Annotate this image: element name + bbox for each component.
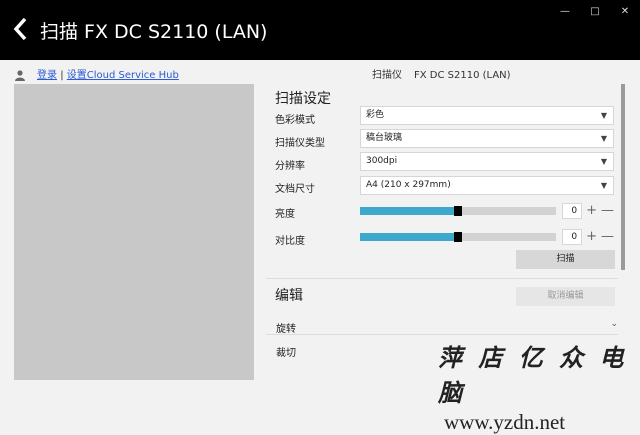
contrast-stepper[interactable]: 0 + — [562,229,614,245]
scanner-value: FX DC S2110 (LAN) [414,70,511,81]
contrast-fill [360,233,458,241]
scan-settings-title: 扫描设定 [275,91,331,107]
color-mode-select[interactable]: 彩色 ▼ [360,106,614,125]
brightness-stepper[interactable]: 0 + — [562,203,614,219]
minus-icon[interactable]: — [601,229,614,245]
back-arrow-icon[interactable] [10,16,32,42]
link-separator: | [60,70,64,81]
scanner-type-select[interactable]: 稿台玻璃 ▼ [360,129,614,148]
scan-preview-area [14,84,254,380]
chevron-down-icon: ⌄ [610,319,618,329]
scanner-label: 扫描仪 [372,70,402,81]
scanner-type-label: 扫描仪类型 [275,138,325,149]
scanner-type-value: 稿台玻璃 [366,133,403,143]
resolution-value: 300dpi [366,156,398,166]
contrast-value[interactable]: 0 [562,229,583,245]
dropdown-arrow-icon: ▼ [600,181,607,190]
brightness-value[interactable]: 0 [562,203,583,219]
contrast-label: 对比度 [275,236,305,247]
dropdown-arrow-icon: ▼ [600,111,607,120]
user-icon [15,66,25,81]
plus-icon[interactable]: + [586,203,597,219]
rotate-label: 旋转 [276,324,296,335]
rotate-expander[interactable]: 旋转 ⌄ [266,316,618,336]
scan-button[interactable]: 扫描 [516,250,615,269]
color-mode-label: 色彩模式 [275,115,315,126]
doc-size-select[interactable]: A4 (210 x 297mm) ▼ [360,176,614,195]
watermark: 萍 店 亿 众 电 脑 www.yzdn.net [438,338,638,435]
dropdown-arrow-icon: ▼ [600,134,607,143]
section-divider [266,278,618,279]
maximize-icon[interactable]: □ [580,0,610,22]
settings-scrollbar[interactable] [621,84,625,270]
minimize-icon[interactable]: — [550,0,580,22]
row-divider [266,334,618,335]
plus-icon[interactable]: + [586,229,597,245]
watermark-url: www.yzdn.net [444,410,566,434]
watermark-text: 萍 店 亿 众 电 脑 [438,343,628,407]
resolution-label: 分辨率 [275,161,305,172]
title-bar: 扫描 FX DC S2110 (LAN) — □ ✕ [0,0,640,60]
cloud-service-hub-link[interactable]: 设置Cloud Service Hub [67,70,179,81]
close-icon[interactable]: ✕ [610,0,640,22]
crop-label: 裁切 [276,348,296,359]
window-controls: — □ ✕ [550,0,640,22]
brightness-thumb[interactable] [454,206,462,216]
brightness-fill [360,207,458,215]
dropdown-arrow-icon: ▼ [600,157,607,166]
doc-size-value: A4 (210 x 297mm) [366,180,451,190]
login-link[interactable]: 登录 [37,70,57,81]
cancel-edit-button[interactable]: 取消编辑 [516,287,615,306]
account-links: 登录 | 设置Cloud Service Hub [37,66,179,81]
minus-icon[interactable]: — [601,203,614,219]
color-mode-value: 彩色 [366,110,385,120]
doc-size-label: 文档尺寸 [275,184,315,195]
resolution-select[interactable]: 300dpi ▼ [360,152,614,171]
contrast-thumb[interactable] [454,232,462,242]
edit-section-title: 编辑 [275,288,303,304]
contrast-slider[interactable] [360,232,556,242]
scanner-info: 扫描仪 FX DC S2110 (LAN) [372,66,511,81]
brightness-label: 亮度 [275,209,295,220]
brightness-slider[interactable] [360,206,556,216]
window-title: 扫描 FX DC S2110 (LAN) [40,21,268,43]
